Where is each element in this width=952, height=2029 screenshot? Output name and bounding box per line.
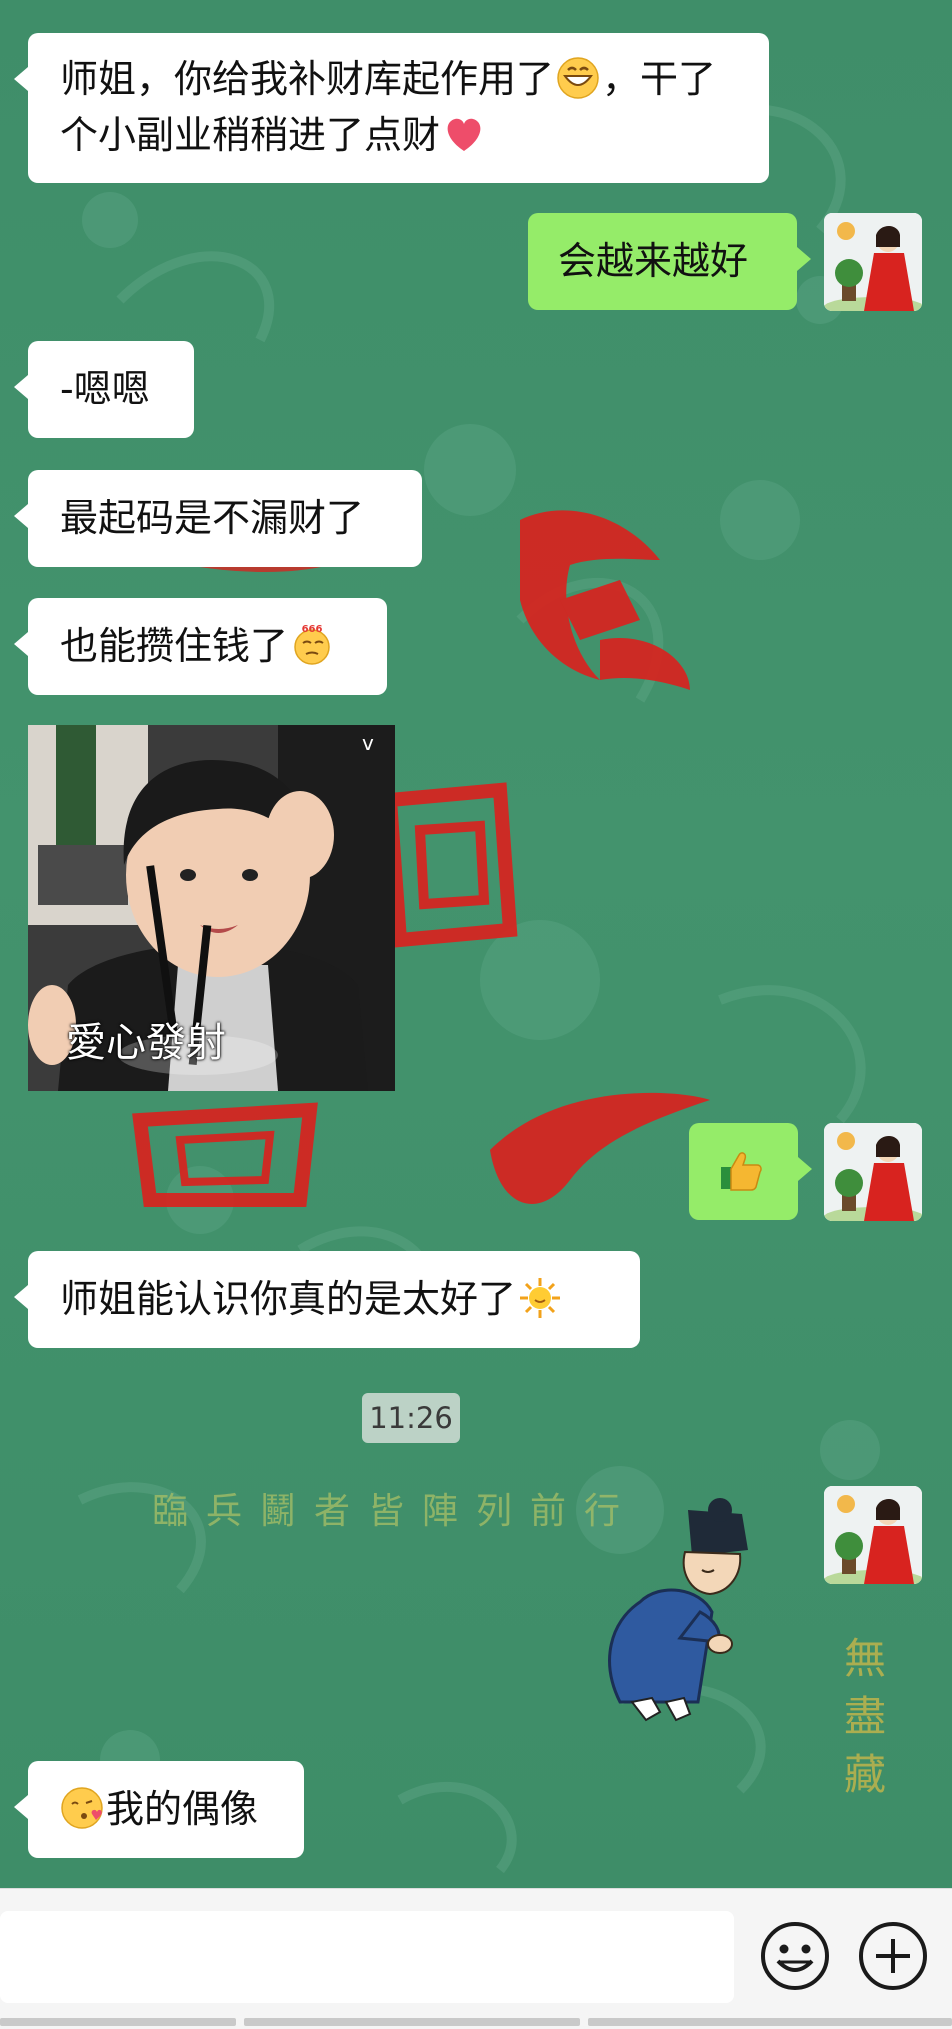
message-text: 也能攒住钱了 [60,624,289,668]
message-text: 最起码是不漏财了 [60,496,365,540]
message-received-2[interactable]: -嗯嗯 [14,341,194,438]
avatar-sent-3[interactable] [824,1486,922,1584]
avatar-image [824,1486,922,1584]
add-button-icon[interactable] [856,1919,930,1993]
avatar-image [824,213,922,311]
message-received-6[interactable]: 我的偶像 [14,1761,304,1858]
thumbs-up-icon [721,1152,762,1191]
bowing-monk-sticker[interactable] [580,1492,770,1722]
nav-indicator-middle [244,2018,580,2026]
timestamp: 11:26 [362,1393,460,1443]
chat-input-bar [0,1888,952,2029]
message-text: 会越来越好 [558,239,749,283]
kissing-face-icon [61,1787,103,1829]
sticker-caption: 愛心發射 [66,1020,226,1066]
message-received-3[interactable]: 最起码是不漏财了 [14,470,422,567]
message-received-4[interactable]: 也能攒住钱了 666 [14,598,387,695]
nav-indicator-right [588,2018,952,2026]
background-headline: 臨兵鬭者皆陣列前行 [152,1491,639,1532]
avatar-sent-1[interactable] [824,213,922,311]
grinning-face-icon [557,57,599,99]
message-text: 师姐能认识你真的是太好了 [60,1277,517,1321]
message-sent-1[interactable]: 会越来越好 [528,213,811,310]
avatar-image [824,1123,922,1221]
message-received-5[interactable]: 师姐能认识你真的是太好了 [14,1251,640,1348]
emoji-button-icon[interactable] [758,1919,832,1993]
sticker-corner-mark: v [362,731,374,755]
message-input[interactable] [0,1911,734,2003]
avatar-sent-2[interactable] [824,1123,922,1221]
message-text: -嗯嗯 [60,367,150,411]
sun-icon [520,1278,561,1318]
nav-indicator-left [0,2018,236,2026]
thinking-666-icon: 666 [294,624,330,665]
svg-text:666: 666 [302,624,323,635]
message-text: 师姐，你给我补财库起作用了 [60,57,555,101]
background-seal: 無盡藏 [844,1634,887,1799]
sticker-image-message[interactable]: 愛心發射 v [28,725,395,1091]
message-text: 我的偶像 [106,1787,259,1831]
heart-icon [447,118,481,151]
message-received-1[interactable]: 师姐，你给我补财库起作用了 ，干了个小副业稍稍进了点财 [14,33,769,183]
message-sent-2[interactable] [689,1123,812,1220]
